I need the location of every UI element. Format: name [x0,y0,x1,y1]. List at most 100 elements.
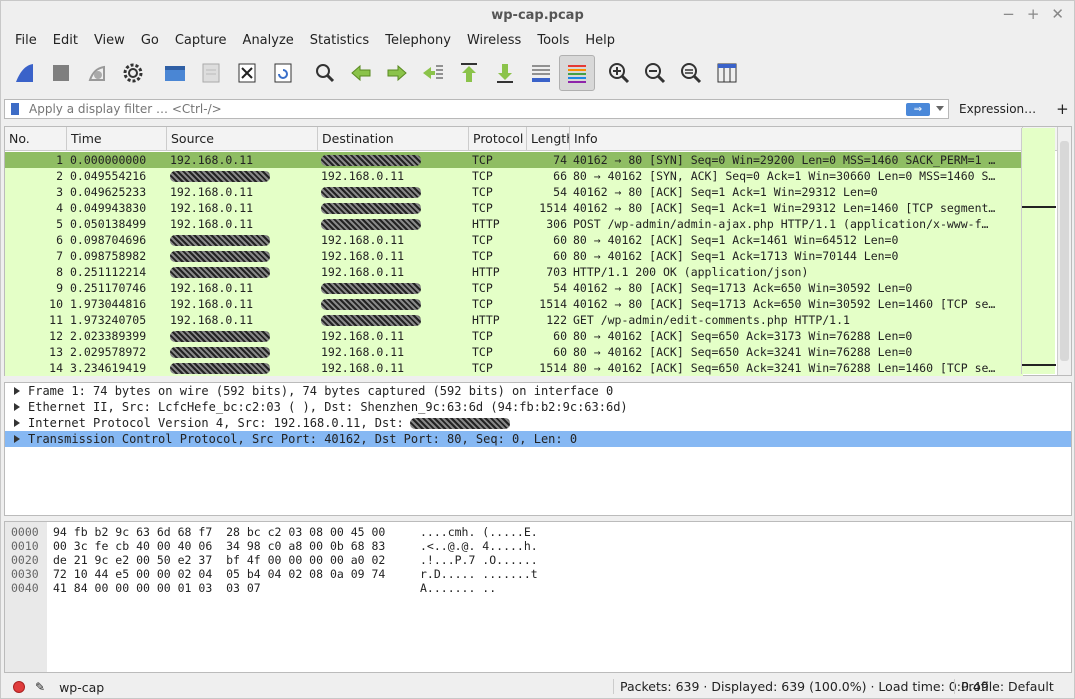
menu-help[interactable]: Help [577,31,623,51]
menu-analyze[interactable]: Analyze [235,31,302,51]
go-back-icon[interactable] [343,55,379,91]
minimize-icon[interactable]: − [1002,5,1015,23]
packet-row[interactable]: 13 2.029578972 192.168.0.11 TCP 60 80 → 40162… [5,344,1023,360]
expand-arrow-icon[interactable] [14,387,20,395]
status-profile[interactable]: Profile: Default [954,679,1054,694]
zoom-out-icon[interactable] [637,55,673,91]
display-filter-input[interactable] [29,102,889,116]
hex-row[interactable]: 0040 41 84 00 00 00 00 01 03 03 07 A......… [5,581,1065,595]
filter-history-chevron-down-icon[interactable] [936,106,944,111]
close-file-icon[interactable] [229,55,265,91]
expand-arrow-icon[interactable] [14,419,20,427]
redacted-address [321,315,421,326]
packet-row[interactable]: 14 3.234619419 192.168.0.11 TCP 1514 80 → 401… [5,360,1023,376]
menu-statistics[interactable]: Statistics [302,31,377,51]
zoom-normal-icon[interactable] [673,55,709,91]
colorize-icon[interactable] [559,55,595,91]
packet-number: 14 [49,361,63,375]
packet-time: 0.050138499 [70,217,147,231]
packet-list-scrollbar[interactable] [1057,127,1071,375]
expert-info-icon[interactable] [13,681,25,693]
find-packet-icon[interactable] [307,55,343,91]
column-header-time[interactable]: Time [67,127,167,150]
column-header-info[interactable]: Info [570,127,1023,150]
packet-row[interactable]: 6 0.098704696 192.168.0.11 TCP 60 80 → 40162 … [5,232,1023,248]
packet-row[interactable]: 10 1.973044816 192.168.0.11 TCP 1514 40162 → … [5,296,1023,312]
stop-capture-icon[interactable] [43,55,79,91]
hex-row[interactable]: 0010 00 3c fe cb 40 00 40 06 34 98 c0 a8 … [5,539,1065,553]
resize-columns-icon[interactable] [709,55,745,91]
menu-view[interactable]: View [86,31,133,51]
capture-comment-icon[interactable]: ✎ [35,680,45,694]
packet-destination [318,184,469,200]
restart-capture-icon[interactable] [79,55,115,91]
reload-file-icon[interactable] [265,55,301,91]
close-icon[interactable]: ✕ [1051,5,1064,23]
column-header-no[interactable]: No. [5,127,67,150]
packet-row[interactable]: 4 0.049943830 192.168.0.11 TCP 1514 40162 → 8… [5,200,1023,216]
column-header-source[interactable]: Source [167,127,318,150]
status-file-name: wp-cap [59,679,105,695]
packet-protocol: TCP [472,201,493,215]
packet-source [167,264,318,280]
packet-row[interactable]: 3 0.049625233 192.168.0.11 TCP 54 40162 → 80 … [5,184,1023,200]
hex-row[interactable]: 0020 de 21 9c e2 00 50 e2 37 bf 4f 00 00 … [5,553,1065,567]
redacted-address [321,219,421,230]
menu-file[interactable]: File [7,31,45,51]
save-file-icon[interactable] [193,55,229,91]
packet-row[interactable]: 2 0.049554216 192.168.0.11 TCP 66 80 → 40162 … [5,168,1023,184]
column-header-protocol[interactable]: Protocol [469,127,527,150]
packet-row[interactable]: 1 0.000000000 192.168.0.11 TCP 74 40162 → 80 … [5,152,1023,168]
packet-destination [318,216,469,232]
go-to-packet-icon[interactable] [415,55,451,91]
apply-filter-arrow-icon[interactable]: ⇒ [906,103,930,116]
last-packet-icon[interactable] [487,55,523,91]
add-filter-button[interactable]: + [1056,100,1069,118]
capture-options-gear-icon[interactable] [115,55,151,91]
packet-destination: 192.168.0.11 [321,169,405,183]
go-forward-icon[interactable] [379,55,415,91]
packet-minimap[interactable] [1021,128,1056,374]
zoom-in-icon[interactable] [601,55,637,91]
packet-row[interactable]: 7 0.098758982 192.168.0.11 TCP 60 80 → 40162 … [5,248,1023,264]
packet-destination [318,200,469,216]
maximize-icon[interactable]: + [1027,5,1040,23]
menu-capture[interactable]: Capture [167,31,235,51]
hex-row[interactable]: 0030 72 10 44 e5 00 00 02 04 05 b4 04 02 … [5,567,1065,581]
redacted-address [170,331,270,342]
detail-row-tcp[interactable]: Transmission Control Protocol, Src Port:… [5,431,1071,447]
hex-bytes: 00 3c fe cb 40 00 40 06 34 98 c0 a8 00 0… [53,539,386,553]
packet-row[interactable]: 12 2.023389399 192.168.0.11 TCP 60 80 → 40162… [5,328,1023,344]
autoscroll-icon[interactable] [523,55,559,91]
detail-text: Transmission Control Protocol, Src Port:… [28,432,578,446]
packet-row[interactable]: 9 0.251170746 192.168.0.11 TCP 54 40162 → 80 … [5,280,1023,296]
menu-telephony[interactable]: Telephony [377,31,459,51]
detail-row-ethernet[interactable]: Ethernet II, Src: LcfcHefe_bc:c2:03 ( ),… [5,399,1071,415]
menu-go[interactable]: Go [133,31,167,51]
start-capture-icon[interactable] [7,55,43,91]
detail-row-ipv4[interactable]: Internet Protocol Version 4, Src: 192.16… [5,415,1071,431]
packet-row[interactable]: 8 0.251112214 192.168.0.11 HTTP 703 HTTP/1.1 … [5,264,1023,280]
packet-length: 306 [546,217,567,231]
menu-wireless[interactable]: Wireless [459,31,529,51]
menu-tools[interactable]: Tools [529,31,577,51]
open-file-icon[interactable] [157,55,193,91]
main-toolbar [1,51,1074,95]
expression-button[interactable]: Expression… [959,102,1036,116]
bookmark-icon[interactable] [11,103,19,115]
hex-dump: 0000 94 fb b2 9c 63 6d 68 f7 28 bc c2 03 … [5,525,1065,595]
packet-source: 192.168.0.11 [170,313,254,327]
column-header-length[interactable]: Length [527,127,570,150]
packet-info: 80 → 40162 [SYN, ACK] Seq=0 Ack=1 Win=30… [573,169,996,183]
packet-row[interactable]: 5 0.050138499 192.168.0.11 HTTP 306 POST /wp-… [5,216,1023,232]
menu-edit[interactable]: Edit [45,31,86,51]
expand-arrow-icon[interactable] [14,403,20,411]
detail-row-frame[interactable]: Frame 1: 74 bytes on wire (592 bits), 74… [5,383,1071,399]
packet-row[interactable]: 11 1.973240705 192.168.0.11 HTTP 122 GET /wp-… [5,312,1023,328]
packet-info: POST /wp-admin/admin-ajax.php HTTP/1.1 (… [573,217,989,231]
first-packet-icon[interactable] [451,55,487,91]
hex-ascii: r.D..... .......t [420,567,538,581]
expand-arrow-icon[interactable] [14,435,20,443]
column-header-destination[interactable]: Destination [318,127,469,150]
hex-row[interactable]: 0000 94 fb b2 9c 63 6d 68 f7 28 bc c2 03 … [5,525,1065,539]
